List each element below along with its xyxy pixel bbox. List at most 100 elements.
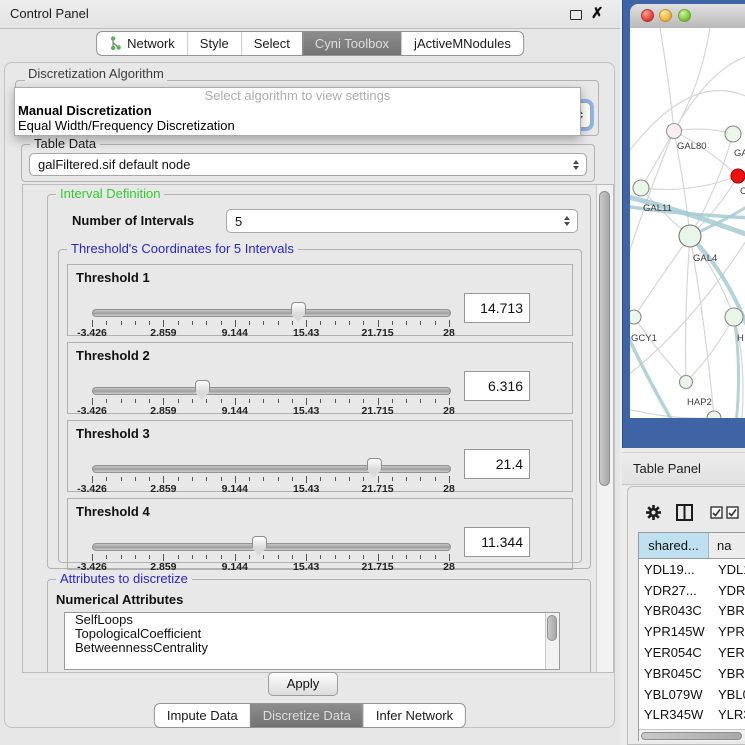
control-panel-titlebar: Control Panel ✗	[0, 0, 620, 29]
slider-tick	[349, 477, 350, 481]
list-scrollbar[interactable]	[545, 613, 559, 669]
slider-tick-label: 21.715	[353, 483, 403, 495]
network-node-GAL80-neighbor[interactable]	[725, 126, 741, 142]
network-node-GAL4[interactable]	[679, 225, 701, 247]
slider-tick	[106, 321, 107, 325]
slider-tick-label: 15.43	[281, 327, 331, 339]
slider-tick	[121, 555, 122, 559]
table-row[interactable]: YDL19...YDL1	[639, 559, 745, 580]
slider-tick	[249, 477, 250, 481]
tab-jactivemnodules[interactable]: jActiveMNodules	[401, 32, 523, 55]
minimize-traffic-light-icon[interactable]	[659, 9, 672, 22]
slider-tick-label: 21.715	[353, 405, 403, 417]
slider-tick	[335, 399, 336, 403]
dropdown-option[interactable]: Manual Discretization	[15, 103, 580, 118]
network-edge	[634, 236, 690, 317]
table-row[interactable]: YDR27...YDR2	[639, 580, 745, 601]
slider-tick	[163, 476, 164, 483]
slider-thumb[interactable]	[291, 302, 306, 314]
dropdown-option[interactable]: Equal Width/Frequency Discretization	[15, 118, 580, 133]
slider-tick	[263, 477, 264, 481]
network-canvas[interactable]: GAL80GACGAL11GAL4GCY1HHAP2	[630, 28, 745, 418]
table-row[interactable]: YLR345WYLR3	[639, 705, 745, 726]
table-row[interactable]: YER054CYER0	[639, 642, 745, 663]
attribute-list-item[interactable]: TopologicalCoefficient	[65, 627, 559, 641]
close-icon[interactable]: ✗	[591, 4, 604, 22]
slider-tick	[406, 399, 407, 403]
table-row[interactable]: YBR043CYBR0	[639, 601, 745, 622]
cell-name: YDR2	[709, 583, 745, 598]
column-header-shared-name[interactable]: shared...	[639, 533, 709, 559]
network-node-red-node[interactable]	[731, 169, 745, 183]
slider-tick	[178, 321, 179, 325]
threshold-panel: Threshold 1-3.4262.8599.14415.4321.71528…	[67, 264, 573, 336]
slider-tick	[149, 555, 150, 559]
slider-tick	[221, 321, 222, 325]
network-node-GAL11[interactable]	[633, 180, 649, 196]
network-node-GCY1[interactable]	[630, 310, 641, 324]
slider-tick-label: 15.43	[281, 405, 331, 417]
checkbox-icon[interactable]	[726, 506, 739, 519]
slider-tick	[235, 398, 236, 405]
apply-button[interactable]: Apply	[268, 672, 338, 696]
network-node-GAL80[interactable]	[667, 124, 682, 139]
slider-tick-label: 15.43	[281, 561, 331, 573]
network-edge	[674, 28, 710, 131]
slider-track[interactable]	[92, 309, 451, 317]
tab-infer-network[interactable]: Infer Network	[363, 704, 465, 727]
threshold-title: Threshold 1	[76, 270, 150, 285]
tab-cyni-toolbox[interactable]: Cyni Toolbox	[302, 32, 401, 55]
columns-icon[interactable]	[676, 504, 693, 521]
table-data-select[interactable]: galFiltered.sif default node	[29, 153, 587, 176]
slider-tick	[320, 477, 321, 481]
slider-tick	[178, 399, 179, 403]
table-row[interactable]: YPR145WYPR1	[639, 621, 745, 642]
cell-shared-name: YDL19...	[639, 562, 709, 577]
slider-tick	[363, 555, 364, 559]
slider-thumb[interactable]	[252, 536, 267, 548]
network-node-HAP2[interactable]	[680, 376, 693, 389]
panel-scrollbar[interactable]	[596, 185, 613, 672]
slider-thumb[interactable]	[367, 458, 382, 470]
tab-select[interactable]: Select	[241, 32, 302, 55]
numerical-attributes-label: Numerical Attributes	[56, 592, 183, 607]
threshold-value-field[interactable]: 21.4	[464, 449, 530, 479]
slider-track[interactable]	[92, 387, 451, 395]
numerical-attributes-list[interactable]: SelfLoopsTopologicalCoefficientBetweenne…	[64, 612, 560, 670]
slider-track[interactable]	[92, 543, 451, 551]
tab-style[interactable]: Style	[187, 32, 241, 55]
attribute-list-item[interactable]: SelfLoops	[65, 613, 559, 627]
num-intervals-select[interactable]: 5	[226, 209, 578, 233]
attribute-list-item[interactable]: BetweennessCentrality	[65, 641, 559, 655]
tab-network[interactable]: Network	[97, 32, 187, 55]
network-node-H-node[interactable]	[725, 308, 743, 326]
table-row[interactable]: YBR045CYBR0	[639, 663, 745, 684]
threshold-value-field[interactable]: 6.316	[464, 371, 530, 401]
slider-tick-label: 21.715	[353, 327, 403, 339]
slider-thumb[interactable]	[195, 380, 210, 392]
network-edge	[674, 56, 745, 131]
table-row[interactable]: YBL079WYBL0	[639, 684, 745, 705]
gear-icon[interactable]	[645, 504, 662, 521]
network-node-bottom-node[interactable]	[707, 411, 721, 418]
close-traffic-light-icon[interactable]	[641, 9, 654, 22]
cell-name: YBL0	[709, 687, 745, 702]
checkbox-icon[interactable]	[710, 506, 723, 519]
table-horizontal-scrollbar[interactable]	[639, 729, 745, 741]
threshold-value-field[interactable]: 14.713	[464, 293, 530, 323]
tab-discretize-data[interactable]: Discretize Data	[250, 704, 363, 727]
cell-shared-name: YPR145W	[639, 624, 709, 639]
threshold-value-field[interactable]: 11.344	[464, 527, 530, 557]
spinner-arrows-icon	[564, 216, 570, 226]
slider-tick	[406, 555, 407, 559]
float-window-icon[interactable]	[570, 10, 582, 20]
zoom-traffic-light-icon[interactable]	[678, 9, 691, 22]
slider-tick	[292, 399, 293, 403]
slider-track[interactable]	[92, 465, 451, 473]
slider-tick	[435, 555, 436, 559]
cell-shared-name: YBR043C	[639, 603, 709, 618]
slider-tick	[392, 399, 393, 403]
tab-impute-data[interactable]: Impute Data	[155, 704, 250, 727]
slider-tick-label: -3.426	[67, 483, 117, 495]
column-header-name[interactable]: na	[709, 533, 745, 559]
